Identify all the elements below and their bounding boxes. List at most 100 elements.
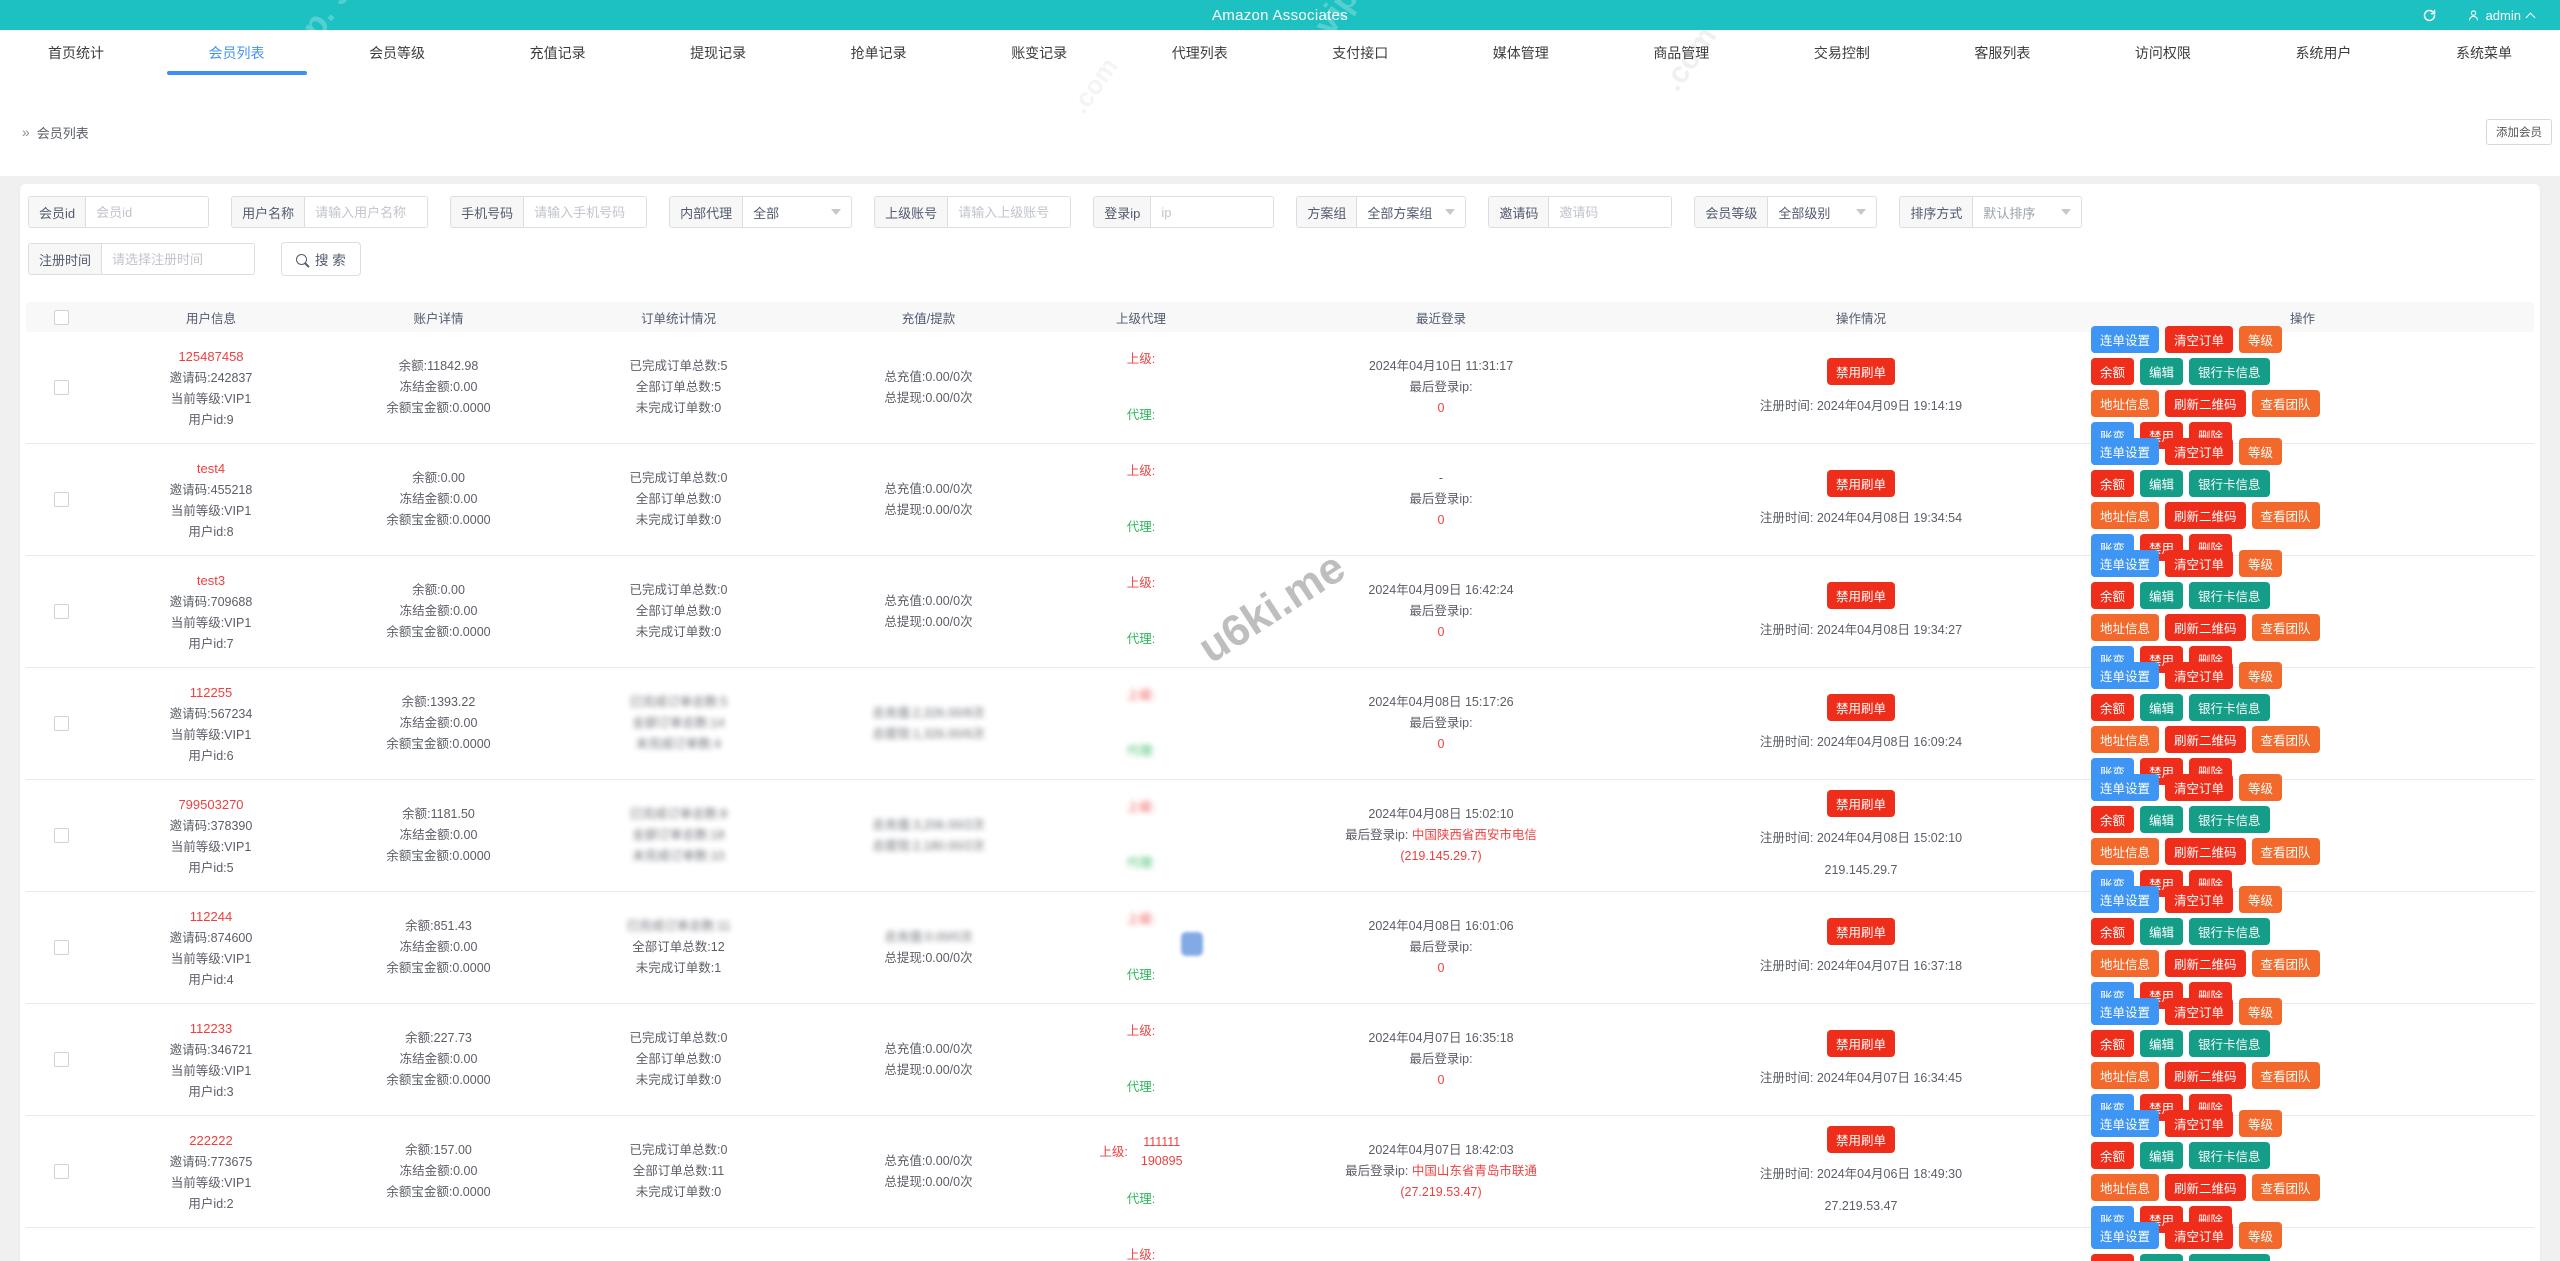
filter-select[interactable]: 默认排序 (1973, 197, 2081, 227)
disable-brush-order-button[interactable]: 禁用刷单 (1826, 582, 1895, 609)
bank-card-info-button[interactable]: 银行卡信息 (2189, 806, 2270, 833)
bank-card-info-button[interactable]: 银行卡信息 (2189, 1254, 2270, 1261)
edit-button[interactable]: 编辑 (2140, 1030, 2184, 1057)
disable-brush-order-button[interactable]: 禁用刷单 (1826, 918, 1895, 945)
level-button[interactable]: 等级 (2239, 998, 2283, 1025)
edit-button[interactable]: 编辑 (2140, 918, 2184, 945)
edit-button[interactable]: 编辑 (2140, 694, 2184, 721)
nav-tab-15[interactable]: 系统用户 (2295, 30, 2351, 88)
balance-button[interactable]: 余额 (2091, 806, 2135, 833)
clear-orders-button[interactable]: 清空订单 (2165, 326, 2234, 353)
level-button[interactable]: 等级 (2239, 550, 2283, 577)
address-info-button[interactable]: 地址信息 (2091, 838, 2160, 865)
filter-select[interactable]: 全部 (743, 197, 851, 227)
view-team-button[interactable]: 查看团队 (2251, 502, 2320, 529)
chain-order-settings-button[interactable]: 连单设置 (2091, 1110, 2160, 1137)
nav-tab-2[interactable]: 会员列表 (166, 30, 307, 88)
clear-orders-button[interactable]: 清空订单 (2165, 438, 2234, 465)
nav-tab-5[interactable]: 提现记录 (690, 30, 746, 88)
address-info-button[interactable]: 地址信息 (2091, 950, 2160, 977)
chain-order-settings-button[interactable]: 连单设置 (2091, 1222, 2160, 1249)
add-member-button[interactable]: 添加会员 (2486, 119, 2552, 145)
address-info-button[interactable]: 地址信息 (2091, 502, 2160, 529)
balance-button[interactable]: 余额 (2091, 1142, 2135, 1169)
nav-tab-12[interactable]: 交易控制 (1814, 30, 1870, 88)
level-button[interactable]: 等级 (2239, 886, 2283, 913)
disable-brush-order-button[interactable]: 禁用刷单 (1826, 358, 1895, 385)
filter-input[interactable] (1151, 197, 1274, 227)
address-info-button[interactable]: 地址信息 (2091, 1062, 2160, 1089)
row-checkbox[interactable] (53, 492, 69, 507)
balance-button[interactable]: 余额 (2091, 694, 2135, 721)
filter-input[interactable] (1549, 197, 1672, 227)
address-info-button[interactable]: 地址信息 (2091, 1174, 2160, 1201)
filter-input[interactable] (305, 197, 428, 227)
bank-card-info-button[interactable]: 银行卡信息 (2189, 694, 2270, 721)
view-team-button[interactable]: 查看团队 (2251, 1174, 2320, 1201)
chain-order-settings-button[interactable]: 连单设置 (2091, 550, 2160, 577)
select-all-checkbox[interactable] (53, 309, 69, 325)
edit-button[interactable]: 编辑 (2140, 1254, 2184, 1261)
clear-orders-button[interactable]: 清空订单 (2165, 886, 2234, 913)
address-info-button[interactable]: 地址信息 (2091, 614, 2160, 641)
register-time-input[interactable] (102, 244, 255, 274)
balance-button[interactable]: 余额 (2091, 1254, 2135, 1261)
edit-button[interactable]: 编辑 (2140, 358, 2184, 385)
nav-tab-3[interactable]: 会员等级 (369, 30, 425, 88)
row-checkbox[interactable] (53, 940, 69, 955)
balance-button[interactable]: 余额 (2091, 1030, 2135, 1057)
row-checkbox[interactable] (53, 1052, 69, 1067)
edit-button[interactable]: 编辑 (2140, 1142, 2184, 1169)
level-button[interactable]: 等级 (2239, 774, 2283, 801)
view-team-button[interactable]: 查看团队 (2251, 726, 2320, 753)
clear-orders-button[interactable]: 清空订单 (2165, 998, 2234, 1025)
edit-button[interactable]: 编辑 (2140, 806, 2184, 833)
nav-tab-8[interactable]: 代理列表 (1172, 30, 1228, 88)
filter-input[interactable] (524, 197, 647, 227)
row-checkbox[interactable] (53, 716, 69, 731)
bank-card-info-button[interactable]: 银行卡信息 (2189, 470, 2270, 497)
nav-tab-11[interactable]: 商品管理 (1653, 30, 1709, 88)
bank-card-info-button[interactable]: 银行卡信息 (2189, 918, 2270, 945)
level-button[interactable]: 等级 (2239, 438, 2283, 465)
nav-tab-6[interactable]: 抢单记录 (851, 30, 907, 88)
search-button[interactable]: 搜 索 (281, 242, 361, 276)
view-team-button[interactable]: 查看团队 (2251, 390, 2320, 417)
row-checkbox[interactable] (53, 828, 69, 843)
nav-tab-1[interactable]: 首页统计 (48, 30, 104, 88)
chain-order-settings-button[interactable]: 连单设置 (2091, 326, 2160, 353)
user-menu[interactable]: admin (2467, 8, 2536, 23)
bank-card-info-button[interactable]: 银行卡信息 (2189, 1030, 2270, 1057)
edit-button[interactable]: 编辑 (2140, 582, 2184, 609)
refresh-qrcode-button[interactable]: 刷新二维码 (2165, 1062, 2246, 1089)
row-checkbox[interactable] (53, 604, 69, 619)
bank-card-info-button[interactable]: 银行卡信息 (2189, 582, 2270, 609)
chain-order-settings-button[interactable]: 连单设置 (2091, 662, 2160, 689)
address-info-button[interactable]: 地址信息 (2091, 726, 2160, 753)
filter-input[interactable] (948, 197, 1071, 227)
view-team-button[interactable]: 查看团队 (2251, 950, 2320, 977)
nav-tab-4[interactable]: 充值记录 (530, 30, 586, 88)
clear-orders-button[interactable]: 清空订单 (2165, 662, 2234, 689)
disable-brush-order-button[interactable]: 禁用刷单 (1826, 1030, 1895, 1057)
balance-button[interactable]: 余额 (2091, 582, 2135, 609)
balance-button[interactable]: 余额 (2091, 470, 2135, 497)
filter-input[interactable] (86, 197, 209, 227)
nav-tab-16[interactable]: 系统菜单 (2456, 30, 2512, 88)
refresh-qrcode-button[interactable]: 刷新二维码 (2165, 502, 2246, 529)
address-info-button[interactable]: 地址信息 (2091, 390, 2160, 417)
clear-orders-button[interactable]: 清空订单 (2165, 550, 2234, 577)
chain-order-settings-button[interactable]: 连单设置 (2091, 438, 2160, 465)
edit-button[interactable]: 编辑 (2140, 470, 2184, 497)
refresh-icon[interactable] (2422, 8, 2437, 23)
level-button[interactable]: 等级 (2239, 662, 2283, 689)
clear-orders-button[interactable]: 清空订单 (2165, 1222, 2234, 1249)
balance-button[interactable]: 余额 (2091, 358, 2135, 385)
nav-tab-9[interactable]: 支付接口 (1332, 30, 1388, 88)
disable-brush-order-button[interactable]: 禁用刷单 (1826, 694, 1895, 721)
balance-button[interactable]: 余额 (2091, 918, 2135, 945)
chain-order-settings-button[interactable]: 连单设置 (2091, 886, 2160, 913)
nav-tab-14[interactable]: 访问权限 (2135, 30, 2191, 88)
refresh-qrcode-button[interactable]: 刷新二维码 (2165, 614, 2246, 641)
view-team-button[interactable]: 查看团队 (2251, 614, 2320, 641)
